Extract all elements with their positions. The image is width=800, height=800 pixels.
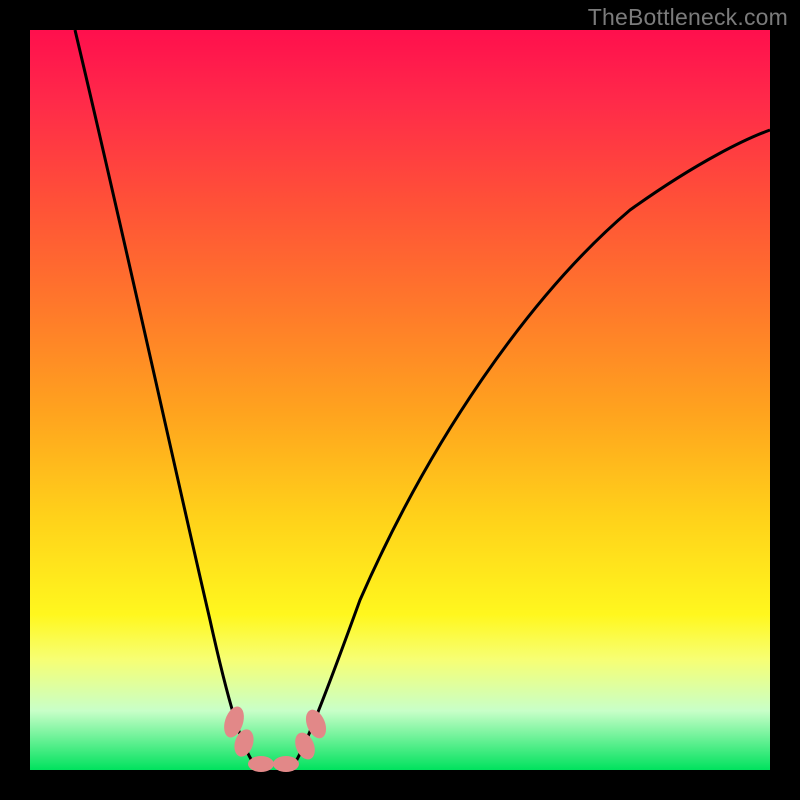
watermark-text: TheBottleneck.com	[588, 4, 788, 31]
curve-left	[75, 30, 260, 770]
marker-bottom-left	[248, 756, 274, 772]
curve-right	[290, 130, 770, 770]
marker-bottom-right	[273, 756, 299, 772]
chart-svg	[30, 30, 770, 770]
